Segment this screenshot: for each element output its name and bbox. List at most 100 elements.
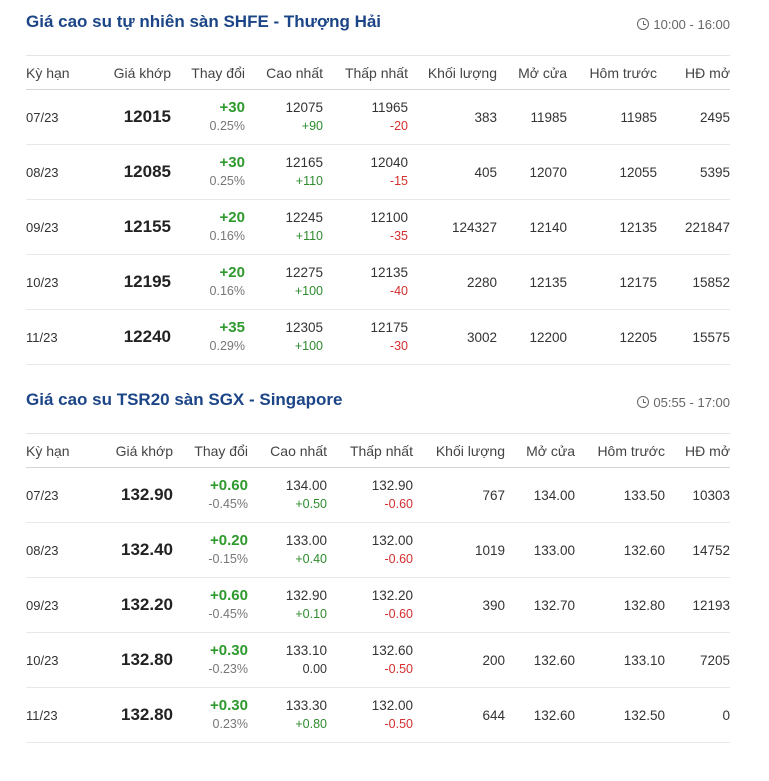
high-change: +0.80 — [295, 717, 327, 731]
change-cell: +0.30 -0.23% — [173, 633, 248, 688]
col-header-term[interactable]: Kỳ hạn — [26, 56, 86, 90]
col-header-open-interest[interactable]: HĐ mở — [665, 434, 730, 468]
col-header-high[interactable]: Cao nhất — [245, 56, 323, 90]
price-cell: 12085 — [123, 162, 171, 181]
term-cell: 08/23 — [26, 542, 59, 558]
volume-cell: 2280 — [466, 274, 497, 290]
open-cell: 134.00 — [533, 487, 575, 503]
price-table: Kỳ hạn Giá khớp Thay đổi Cao nhất Thấp n… — [26, 433, 730, 743]
open-interest-cell: 15575 — [692, 329, 730, 345]
table-row[interactable]: 10/23 12195 +20 0.16% 12275 +100 12135 -40 2280 1… — [26, 255, 730, 310]
table-row[interactable]: 08/23 12085 +30 0.25% 12165 +110 12040 -15 405 12… — [26, 145, 730, 200]
price-cell: 12155 — [123, 217, 171, 236]
col-header-price[interactable]: Giá khớp — [86, 434, 173, 468]
col-header-prev[interactable]: Hôm trước — [567, 56, 657, 90]
low-cell: 11965 -20 — [323, 90, 408, 145]
change-value: +0.60 — [210, 587, 248, 604]
high-cell: 12305 +100 — [245, 310, 323, 365]
change-cell: +0.20 -0.15% — [173, 523, 248, 578]
section-title: Giá cao su tự nhiên sàn SHFE - Thượng Hả… — [26, 12, 382, 31]
open-cell: 132.70 — [533, 597, 575, 613]
open-interest-cell: 10303 — [692, 487, 730, 503]
col-header-open[interactable]: Mở cửa — [497, 56, 567, 90]
prev-cell: 12175 — [619, 274, 657, 290]
high-cell: 12165 +110 — [245, 145, 323, 200]
table-row[interactable]: 10/23 132.80 +0.30 -0.23% 133.10 0.00 132.60 -0… — [26, 633, 730, 688]
high-change: +0.10 — [295, 607, 327, 621]
high-cell: 132.90 +0.10 — [248, 578, 327, 633]
table-row[interactable]: 08/23 132.40 +0.20 -0.15% 133.00 +0.40 132.00 -… — [26, 523, 730, 578]
prev-cell: 12135 — [619, 219, 657, 235]
high-cell: 12075 +90 — [245, 90, 323, 145]
high-cell: 133.10 0.00 — [248, 633, 327, 688]
change-value: +0.60 — [210, 477, 248, 494]
low-value: 12175 — [370, 320, 408, 335]
prev-cell: 132.60 — [623, 542, 665, 558]
low-change: -15 — [389, 174, 408, 188]
term-cell: 10/23 — [26, 652, 59, 668]
col-header-change[interactable]: Thay đổi — [173, 434, 248, 468]
prev-cell: 133.10 — [623, 652, 665, 668]
high-change: +90 — [301, 119, 323, 133]
prev-cell: 133.50 — [623, 487, 665, 503]
prev-cell: 12205 — [619, 329, 657, 345]
table-row[interactable]: 07/23 12015 +30 0.25% 12075 +90 11965 -20 383 119… — [26, 90, 730, 145]
low-change: -30 — [389, 339, 408, 353]
volume-cell: 767 — [482, 487, 505, 503]
low-value: 12100 — [370, 210, 408, 225]
volume-cell: 390 — [482, 597, 505, 613]
change-cell: +35 0.29% — [171, 310, 245, 365]
change-value: +35 — [219, 319, 245, 336]
change-value: +30 — [219, 154, 245, 171]
volume-cell: 124327 — [451, 219, 497, 235]
col-header-low[interactable]: Thấp nhất — [327, 434, 413, 468]
high-value: 133.00 — [285, 533, 327, 548]
table-row[interactable]: 09/23 132.20 +0.60 -0.45% 132.90 +0.10 132.20 -… — [26, 578, 730, 633]
volume-cell: 1019 — [474, 542, 505, 558]
col-header-low[interactable]: Thấp nhất — [323, 56, 408, 90]
price-cell: 132.40 — [121, 540, 173, 559]
col-header-term[interactable]: Kỳ hạn — [26, 434, 86, 468]
low-cell: 12175 -30 — [323, 310, 408, 365]
high-change: 0.00 — [302, 662, 327, 676]
high-value: 134.00 — [285, 478, 327, 493]
high-value: 12075 — [285, 100, 323, 115]
section-title: Giá cao su TSR20 sàn SGX - Singapore — [26, 390, 343, 409]
low-change: -0.60 — [384, 552, 414, 566]
low-value: 12040 — [370, 155, 408, 170]
open-cell: 11985 — [530, 109, 567, 125]
term-cell: 08/23 — [26, 164, 59, 180]
table-row[interactable]: 11/23 132.80 +0.30 0.23% 133.30 +0.80 132.00 -0… — [26, 688, 730, 743]
table-row[interactable]: 11/23 12240 +35 0.29% 12305 +100 12175 -30 3002 1… — [26, 310, 730, 365]
low-value: 132.00 — [371, 698, 413, 713]
col-header-volume[interactable]: Khối lượng — [413, 434, 505, 468]
col-header-volume[interactable]: Khối lượng — [408, 56, 497, 90]
col-header-price[interactable]: Giá khớp — [86, 56, 171, 90]
prev-cell: 11985 — [620, 109, 657, 125]
low-cell: 132.90 -0.60 — [327, 468, 413, 523]
open-cell: 12140 — [529, 219, 567, 235]
volume-cell: 200 — [482, 652, 505, 668]
change-cell: +20 0.16% — [171, 200, 245, 255]
table-row[interactable]: 09/23 12155 +20 0.16% 12245 +110 12100 -35 12432… — [26, 200, 730, 255]
low-value: 132.60 — [371, 643, 413, 658]
col-header-prev[interactable]: Hôm trước — [575, 434, 665, 468]
table-row[interactable]: 07/23 132.90 +0.60 -0.45% 134.00 +0.50 132.90 -… — [26, 468, 730, 523]
low-cell: 12135 -40 — [323, 255, 408, 310]
trading-hours-text: 10:00 - 16:00 — [653, 16, 730, 32]
col-header-open[interactable]: Mở cửa — [505, 434, 575, 468]
open-interest-cell: 2495 — [699, 109, 730, 125]
term-cell: 09/23 — [26, 219, 59, 235]
change-value: +20 — [219, 209, 245, 226]
volume-cell: 405 — [474, 164, 497, 180]
col-header-high[interactable]: Cao nhất — [248, 434, 327, 468]
change-percent: -0.45% — [208, 607, 248, 621]
price-table: Kỳ hạn Giá khớp Thay đổi Cao nhất Thấp n… — [26, 55, 730, 365]
col-header-open-interest[interactable]: HĐ mở — [657, 56, 730, 90]
col-header-change[interactable]: Thay đổi — [171, 56, 245, 90]
low-cell: 132.20 -0.60 — [327, 578, 413, 633]
low-value: 132.00 — [371, 533, 413, 548]
high-value: 133.10 — [285, 643, 327, 658]
change-value: +0.30 — [210, 642, 248, 659]
low-value: 11965 — [371, 100, 408, 115]
